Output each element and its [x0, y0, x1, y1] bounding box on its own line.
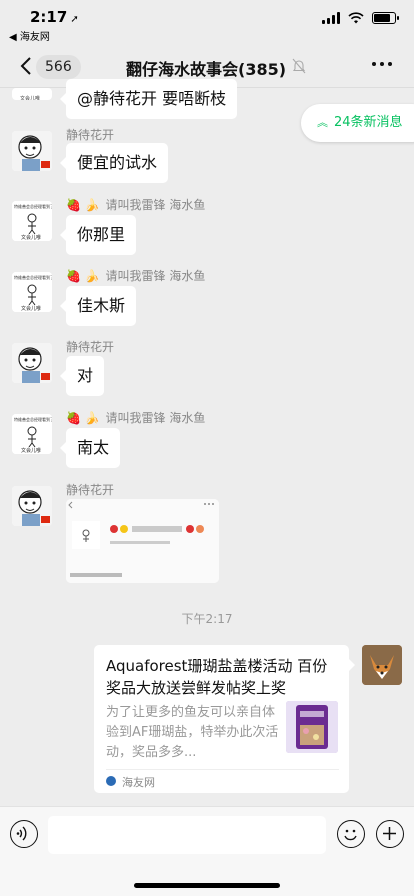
plus-icon[interactable] — [376, 820, 404, 848]
mute-bell-icon — [292, 58, 306, 74]
svg-text:特维善会总经理看到了: 特维善会总经理看到了 — [14, 274, 52, 280]
sender-name: 静待花开 — [66, 340, 115, 354]
message-bubble[interactable]: 你那里 — [59, 215, 137, 255]
card-divider — [106, 769, 339, 770]
wifi-icon — [348, 12, 364, 24]
emoji-icon[interactable] — [337, 820, 365, 848]
battery-icon — [372, 12, 399, 24]
message-bubble[interactable]: @静待花开 要唔断枝 — [59, 79, 238, 119]
sender-name: 静待花开 — [66, 483, 115, 497]
back-to-app[interactable]: ◀ 海友网 — [9, 28, 50, 43]
svg-text:特维善会总经理看到了: 特维善会总经理看到了 — [14, 203, 52, 209]
message-bubble[interactable]: 对 — [59, 356, 105, 396]
card-source: 海友网 — [122, 776, 155, 789]
svg-text:文会儿嗲: 文会儿嗲 — [20, 95, 40, 100]
card-description: 为了让更多的鱼友可以亲自体验到AF珊瑚盐，特举办此次活动，奖品多多... — [106, 705, 279, 760]
chat-title: 翻仔海水故事会(385) — [126, 60, 287, 79]
card-title: Aquaforest珊瑚盐盖楼活动 百份奖品大放送尝鲜发帖奖上奖 — [106, 657, 328, 697]
message-bubble[interactable]: 佳木斯 — [59, 286, 137, 326]
sender-name: 🍓 🍌 请叫我雷锋 海水鱼 — [66, 269, 206, 283]
input-bar — [0, 806, 414, 896]
battery-level — [374, 14, 390, 22]
sender-name: 🍓 🍌 请叫我雷锋 海水鱼 — [66, 198, 206, 212]
location-arrow-icon: ➚ — [70, 14, 79, 25]
svg-text:文会儿嗲: 文会儿嗲 — [21, 305, 41, 312]
signal-icon — [322, 12, 340, 24]
more-icon[interactable] — [372, 62, 392, 66]
sender-name: 静待花开 — [66, 128, 115, 142]
message-timestamp: 下午2:17 — [181, 612, 233, 626]
message-bubble[interactable]: 便宜的试水 — [59, 143, 169, 183]
my-avatar[interactable] — [362, 645, 402, 685]
image-message[interactable] — [66, 499, 219, 583]
avatar-jingdai[interactable] — [12, 486, 52, 526]
status-time: 2:17 ➚ — [30, 8, 79, 26]
svg-text:特维善会总经理看到了: 特维善会总经理看到了 — [14, 416, 52, 422]
avatar[interactable]: 文会儿嗲 — [12, 88, 52, 100]
svg-text:文会儿嗲: 文会儿嗲 — [21, 234, 41, 241]
status-icons — [322, 12, 399, 24]
avatar-jingdai[interactable] — [12, 131, 52, 171]
svg-text:文会儿嗲: 文会儿嗲 — [21, 447, 41, 454]
home-indicator — [134, 883, 280, 888]
avatar-leifeng[interactable]: 特维善会总经理看到了 文会儿嗲 — [12, 272, 52, 312]
status-bar: 2:17 ➚ ◀ 海友网 — [0, 0, 414, 44]
source-logo-icon — [106, 776, 116, 786]
link-card[interactable]: Aquaforest珊瑚盐盖楼活动 百份奖品大放送尝鲜发帖奖上奖 为了让更多的鱼… — [94, 645, 355, 793]
double-chevron-up-icon: ︽ — [317, 116, 328, 129]
chat-screen: 2:17 ➚ ◀ 海友网 566 翻仔海水故事会(385) @静待花开 要唔断枝 … — [0, 0, 414, 896]
voice-icon[interactable] — [10, 820, 38, 848]
avatar-leifeng[interactable]: 特维善会总经理看到了 文会儿嗲 — [12, 414, 52, 454]
card-thumbnail — [286, 701, 338, 753]
message-input[interactable] — [48, 816, 326, 854]
message-bubble[interactable]: 南太 — [59, 428, 121, 468]
avatar-jingdai[interactable] — [12, 343, 52, 383]
sender-name: 🍓 🍌 请叫我雷锋 海水鱼 — [66, 411, 206, 425]
avatar-leifeng[interactable]: 特维善会总经理看到了 文会儿嗲 — [12, 201, 52, 241]
unread-count-badge[interactable]: 566 — [36, 55, 81, 79]
new-messages-pill[interactable]: ︽ 24条新消息 — [301, 104, 414, 142]
back-chevron-icon[interactable] — [16, 54, 38, 78]
